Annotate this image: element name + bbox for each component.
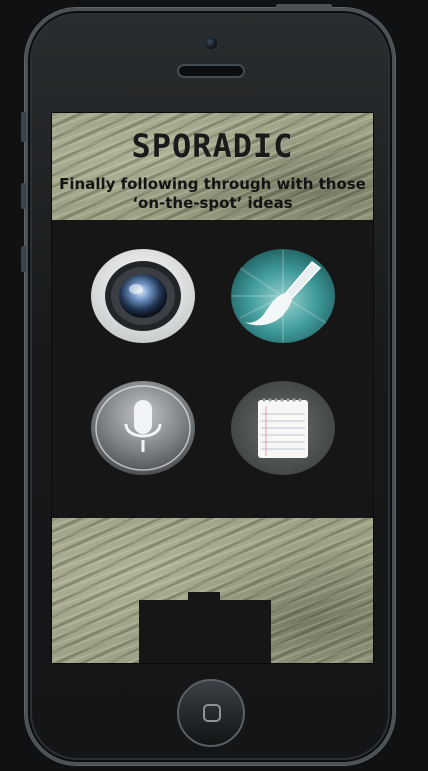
camera-app-button[interactable] bbox=[90, 248, 196, 344]
home-square-icon bbox=[203, 704, 221, 722]
tagline-line-1: Finally following through with those bbox=[59, 175, 366, 193]
earpiece-speaker bbox=[177, 64, 245, 78]
app-title: SPORADIC bbox=[131, 127, 294, 165]
draw-app-button[interactable] bbox=[230, 248, 336, 344]
volume-up-button[interactable] bbox=[21, 183, 26, 209]
power-button[interactable] bbox=[276, 4, 332, 8]
tagline-line-2: ‘on-the-spot’ ideas bbox=[132, 194, 293, 212]
microphone-icon bbox=[91, 381, 195, 475]
home-button[interactable] bbox=[177, 679, 245, 747]
volume-down-button[interactable] bbox=[21, 246, 26, 272]
mute-switch[interactable] bbox=[21, 112, 26, 142]
phone-screen: SPORADIC Finally following through with … bbox=[51, 112, 374, 664]
app-grid bbox=[52, 220, 373, 518]
paintbrush-icon bbox=[231, 249, 335, 343]
notes-app-button[interactable] bbox=[230, 380, 336, 476]
bottom-tray[interactable] bbox=[139, 600, 271, 663]
camera-lens-icon bbox=[91, 249, 195, 343]
header-texture: SPORADIC Finally following through with … bbox=[52, 113, 373, 220]
voice-memo-app-button[interactable] bbox=[90, 380, 196, 476]
notepad-icon bbox=[231, 381, 335, 475]
app-tagline: Finally following through with those ‘on… bbox=[52, 175, 373, 213]
front-camera bbox=[204, 36, 218, 50]
